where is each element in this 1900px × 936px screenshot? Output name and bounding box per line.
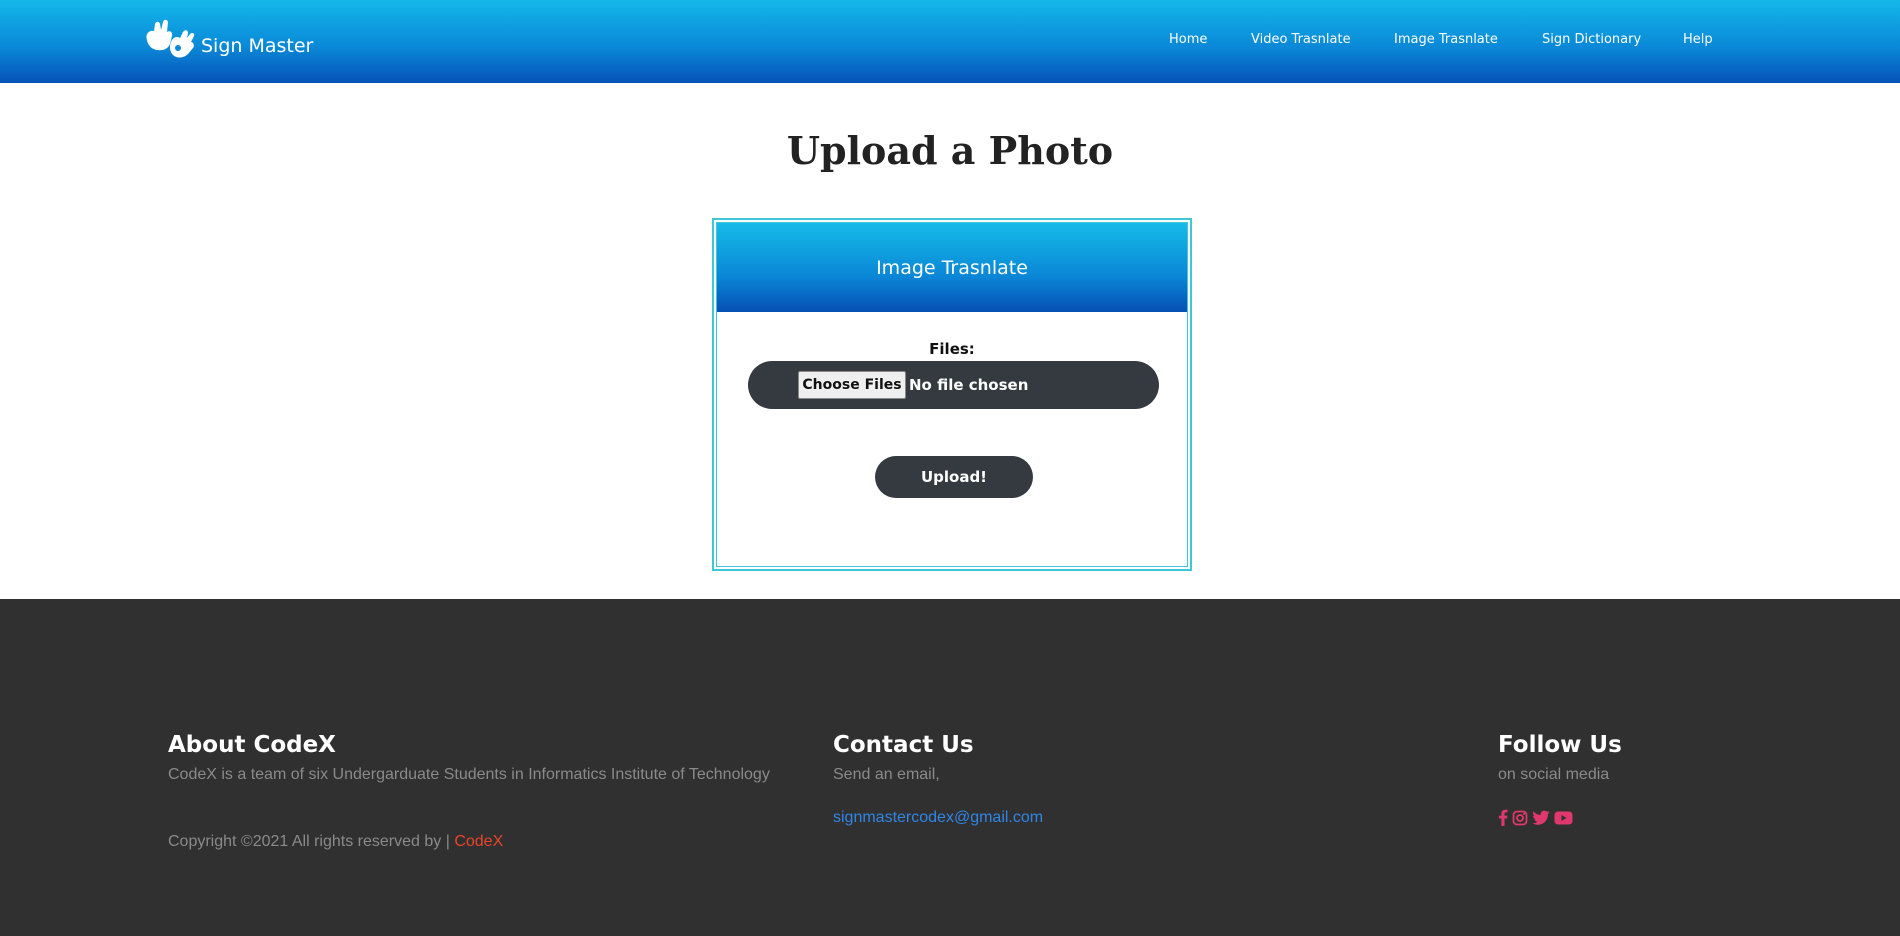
file-status-text: No file chosen bbox=[909, 376, 1029, 394]
facebook-icon[interactable] bbox=[1498, 809, 1508, 826]
upload-button[interactable]: Upload! bbox=[875, 456, 1033, 498]
nav-item-help[interactable]: Help bbox=[1683, 32, 1713, 47]
upload-card: Image Trasnlate Files: Choose Files No f… bbox=[712, 218, 1192, 571]
contact-text: Send an email, bbox=[833, 766, 940, 783]
contact-title: Contact Us bbox=[833, 732, 974, 758]
choose-files-button[interactable]: Choose Files bbox=[798, 371, 906, 399]
brand-name: Sign Master bbox=[201, 34, 314, 57]
footer: About CodeX CodeX is a team of six Under… bbox=[0, 599, 1900, 936]
follow-text: on social media bbox=[1498, 766, 1610, 783]
nav-item-video-translate[interactable]: Video Trasnlate bbox=[1251, 32, 1351, 47]
top-navbar: Sign Master Home Video Trasnlate Image T… bbox=[0, 0, 1900, 83]
files-label: Files: bbox=[929, 340, 975, 358]
copyright: Copyright ©2021 All rights reserved by |… bbox=[168, 833, 503, 851]
about-title: About CodeX bbox=[168, 732, 336, 758]
nav-item-image-translate[interactable]: Image Trasnlate bbox=[1394, 32, 1498, 47]
nav-item-sign-dictionary[interactable]: Sign Dictionary bbox=[1542, 32, 1641, 47]
nav-item-home[interactable]: Home bbox=[1169, 32, 1207, 47]
footer-follow: Follow Us on social media bbox=[1498, 732, 1622, 784]
page-title: Upload a Photo bbox=[786, 128, 1114, 173]
hands-logo-icon bbox=[143, 18, 197, 65]
social-icons bbox=[1498, 809, 1573, 826]
follow-title: Follow Us bbox=[1498, 732, 1622, 758]
card-header: Image Trasnlate bbox=[717, 223, 1187, 312]
brand-logo[interactable]: Sign Master bbox=[143, 18, 313, 65]
footer-about: About CodeX CodeX is a team of six Under… bbox=[168, 732, 770, 784]
card-title: Image Trasnlate bbox=[876, 256, 1028, 279]
upload-card-inner: Image Trasnlate Files: Choose Files No f… bbox=[716, 222, 1188, 567]
footer-contact: Contact Us Send an email, bbox=[833, 732, 974, 784]
email-link[interactable]: signmastercodex@gmail.com bbox=[833, 809, 1043, 827]
instagram-icon[interactable] bbox=[1512, 810, 1528, 826]
youtube-icon[interactable] bbox=[1554, 811, 1573, 825]
copyright-text: Copyright ©2021 All rights reserved by | bbox=[168, 833, 455, 850]
twitter-icon[interactable] bbox=[1532, 810, 1550, 825]
codex-link[interactable]: CodeX bbox=[454, 833, 503, 850]
file-input[interactable]: Choose Files No file chosen bbox=[748, 361, 1159, 409]
about-text: CodeX is a team of six Undergarduate Stu… bbox=[168, 766, 770, 783]
